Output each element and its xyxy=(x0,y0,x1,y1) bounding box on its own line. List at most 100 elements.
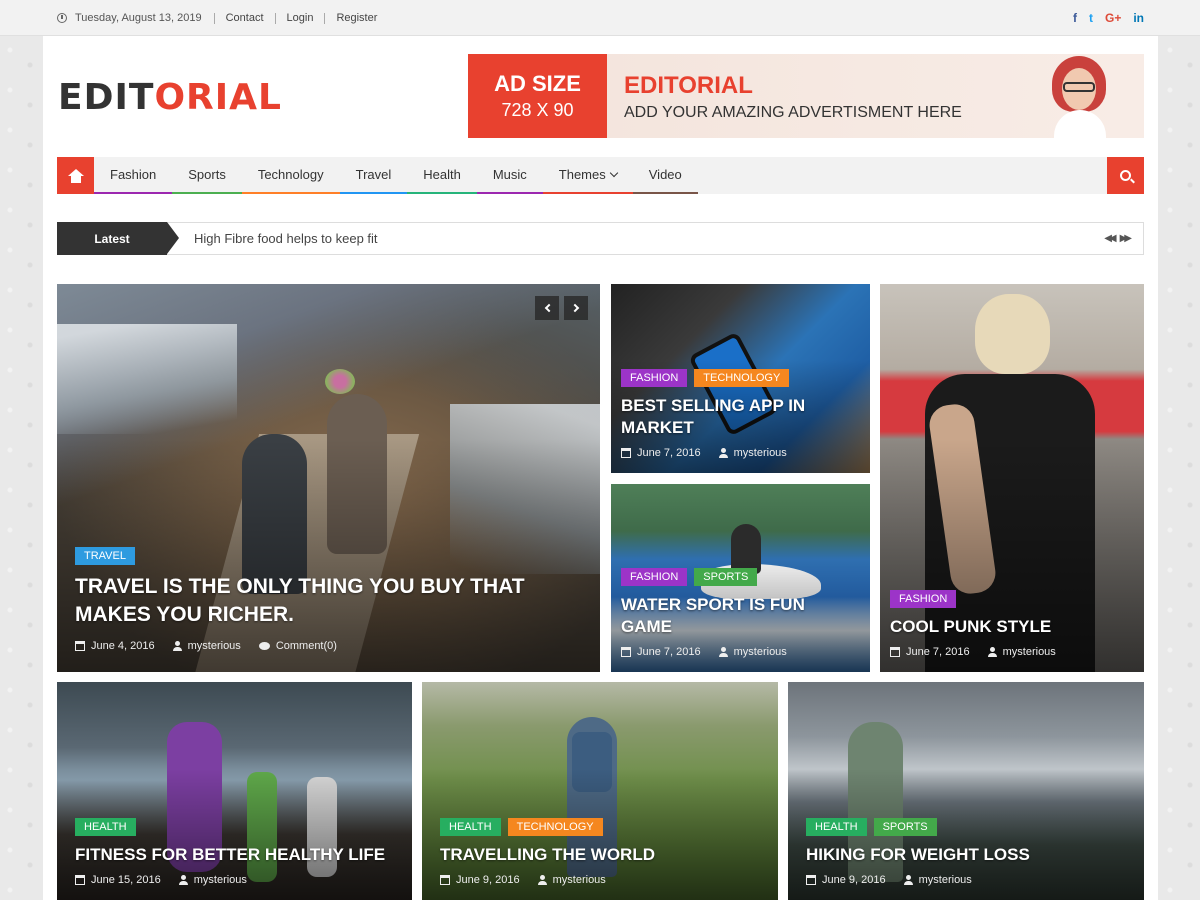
social-links: f t G+ in xyxy=(1073,11,1144,25)
post-date: June 9, 2016 xyxy=(822,874,886,886)
calendar-icon xyxy=(440,875,450,885)
home-button[interactable] xyxy=(57,157,94,194)
facebook-icon[interactable]: f xyxy=(1073,11,1077,25)
search-icon xyxy=(1120,170,1131,181)
post-date: June 7, 2016 xyxy=(637,646,701,658)
calendar-icon xyxy=(75,875,85,885)
post-title[interactable]: TRAVEL IS THE ONLY THING YOU BUY THAT MA… xyxy=(75,573,590,628)
post-author[interactable]: mysterious xyxy=(1003,646,1056,658)
category-badge[interactable]: HEALTH xyxy=(806,817,867,836)
chevron-right-icon xyxy=(570,303,579,313)
post-author[interactable]: mysterious xyxy=(734,447,787,459)
user-icon xyxy=(537,875,547,885)
date-text: Tuesday, August 13, 2019 xyxy=(75,12,202,24)
post-author[interactable]: mysterious xyxy=(734,646,787,658)
calendar-icon xyxy=(621,647,631,657)
category-badge[interactable]: FASHION xyxy=(621,567,688,586)
post-title[interactable]: BEST SELLING APP IN MARKET xyxy=(621,395,860,439)
slider-prev-button[interactable] xyxy=(535,296,559,320)
main-nav: Fashion Sports Technology Travel Health … xyxy=(57,157,1144,194)
ad-size-box: AD SIZE 728 X 90 xyxy=(468,54,607,138)
nav-item-sports[interactable]: Sports xyxy=(172,157,242,194)
user-icon xyxy=(718,448,728,458)
chevron-left-icon xyxy=(544,303,553,313)
comment-icon xyxy=(258,642,270,650)
post-date: June 4, 2016 xyxy=(91,640,155,652)
top-links: Contact Login Register xyxy=(213,12,389,24)
nav-item-fashion[interactable]: Fashion xyxy=(94,157,173,194)
google-plus-icon[interactable]: G+ xyxy=(1105,11,1121,25)
post-title[interactable]: FITNESS FOR BETTER HEALTHY LIFE xyxy=(75,844,402,866)
clock-icon xyxy=(57,13,67,23)
ad-size-label: AD SIZE xyxy=(494,71,581,96)
post-comments[interactable]: Comment(0) xyxy=(276,640,337,652)
user-icon xyxy=(172,641,182,651)
post-water-sport[interactable]: FASHION SPORTS WATER SPORT IS FUN GAME J… xyxy=(611,484,870,672)
post-title[interactable]: WATER SPORT IS FUN GAME xyxy=(621,594,860,638)
user-icon xyxy=(178,875,188,885)
category-badge[interactable]: SPORTS xyxy=(873,817,937,836)
category-badge[interactable]: HEALTH xyxy=(440,817,501,836)
ad-person-image xyxy=(1044,54,1114,138)
linkedin-icon[interactable]: in xyxy=(1133,11,1144,25)
post-date: June 9, 2016 xyxy=(456,874,520,886)
post-hiking[interactable]: HEALTH SPORTS HIKING FOR WEIGHT LOSS Jun… xyxy=(788,682,1144,900)
nav-item-music[interactable]: Music xyxy=(476,157,543,194)
login-link[interactable]: Login xyxy=(274,12,325,24)
category-badge[interactable]: FASHION xyxy=(621,368,688,387)
ad-subtitle: ADD YOUR AMAZING ADVERTISMENT HERE xyxy=(624,104,962,121)
slider-nav xyxy=(535,296,588,320)
contact-link[interactable]: Contact xyxy=(213,12,275,24)
nav-items: Fashion Sports Technology Travel Health … xyxy=(94,157,698,194)
date-display: Tuesday, August 13, 2019 xyxy=(57,12,202,24)
post-best-selling-app[interactable]: FASHION TECHNOLOGY BEST SELLING APP IN M… xyxy=(611,284,870,473)
nav-item-themes[interactable]: Themes xyxy=(542,157,633,194)
category-badge[interactable]: TECHNOLOGY xyxy=(694,368,790,387)
category-badge[interactable]: HEALTH xyxy=(75,817,136,836)
search-button[interactable] xyxy=(1107,157,1144,194)
site-logo[interactable]: EDITORIAL xyxy=(58,77,282,118)
post-author[interactable]: mysterious xyxy=(194,874,247,886)
register-link[interactable]: Register xyxy=(324,12,388,24)
ad-banner[interactable]: AD SIZE 728 X 90 EDITORIAL ADD YOUR AMAZ… xyxy=(468,54,1144,138)
user-icon xyxy=(903,875,913,885)
ad-dimensions: 728 X 90 xyxy=(501,100,574,120)
ad-title: EDITORIAL xyxy=(624,72,753,99)
ticker-prev-icon[interactable]: ◀◀ xyxy=(1104,233,1117,244)
post-author[interactable]: mysterious xyxy=(919,874,972,886)
post-title[interactable]: TRAVELLING THE WORLD xyxy=(440,844,768,866)
twitter-icon[interactable]: t xyxy=(1089,11,1093,25)
nav-item-video[interactable]: Video xyxy=(632,157,698,194)
post-date: June 7, 2016 xyxy=(906,646,970,658)
featured-post-travel[interactable]: TRAVEL TRAVEL IS THE ONLY THING YOU BUY … xyxy=(57,284,600,672)
post-fitness[interactable]: HEALTH FITNESS FOR BETTER HEALTHY LIFE J… xyxy=(57,682,412,900)
user-icon xyxy=(718,647,728,657)
post-title[interactable]: COOL PUNK STYLE xyxy=(890,616,1134,638)
nav-item-travel[interactable]: Travel xyxy=(339,157,408,194)
post-author[interactable]: mysterious xyxy=(553,874,606,886)
category-badge[interactable]: TRAVEL xyxy=(75,547,135,566)
category-badge[interactable]: TECHNOLOGY xyxy=(507,817,603,836)
calendar-icon xyxy=(890,647,900,657)
post-date: June 7, 2016 xyxy=(637,447,701,459)
ticker-controls: ◀◀ ▶▶ xyxy=(1104,233,1133,244)
ticker-headline[interactable]: High Fibre food helps to keep fit xyxy=(194,223,378,254)
latest-ticker: Latest High Fibre food helps to keep fit… xyxy=(57,222,1144,255)
category-badge[interactable]: FASHION xyxy=(890,589,957,608)
ticker-next-icon[interactable]: ▶▶ xyxy=(1120,233,1133,244)
post-travelling-world[interactable]: HEALTH TECHNOLOGY TRAVELLING THE WORLD J… xyxy=(422,682,778,900)
nav-item-technology[interactable]: Technology xyxy=(241,157,340,194)
chevron-down-icon xyxy=(609,168,618,178)
calendar-icon xyxy=(621,448,631,458)
slider-next-button[interactable] xyxy=(564,296,588,320)
post-date: June 15, 2016 xyxy=(91,874,161,886)
home-icon xyxy=(67,168,84,183)
post-author[interactable]: mysterious xyxy=(188,640,241,652)
category-badge[interactable]: SPORTS xyxy=(694,567,758,586)
post-cool-punk-style[interactable]: FASHION COOL PUNK STYLE June 7, 2016 mys… xyxy=(880,284,1144,672)
nav-item-health[interactable]: Health xyxy=(407,157,477,194)
post-title[interactable]: HIKING FOR WEIGHT LOSS xyxy=(806,844,1134,866)
calendar-icon xyxy=(806,875,816,885)
top-bar: Tuesday, August 13, 2019 Contact Login R… xyxy=(0,0,1200,36)
page-container: EDITORIAL AD SIZE 728 X 90 EDITORIAL ADD… xyxy=(43,36,1158,900)
